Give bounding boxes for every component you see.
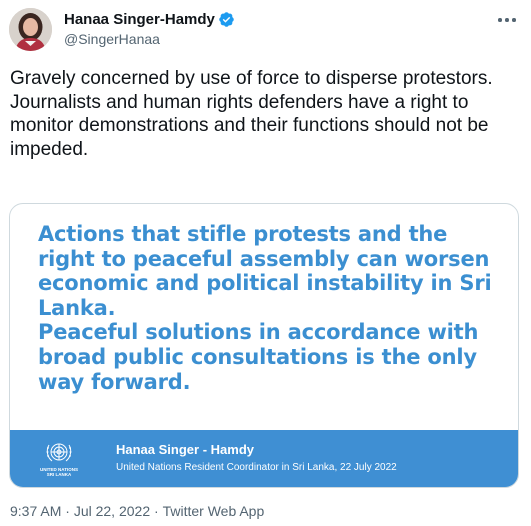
- avatar[interactable]: [9, 8, 52, 51]
- author-name-row: Hanaa Singer-Hamdy: [64, 9, 235, 29]
- more-options-icon[interactable]: [493, 10, 521, 30]
- tweet-source[interactable]: Twitter Web App: [163, 503, 265, 519]
- un-emblem-icon: [43, 439, 75, 467]
- tweet-time[interactable]: 9:37 AM: [10, 503, 61, 519]
- signatory-name: Hanaa Singer - Hamdy: [116, 442, 254, 457]
- card-statement: Actions that stifle protests and the rig…: [38, 222, 492, 394]
- tweet-text: Gravely concerned by use of force to dis…: [10, 68, 493, 160]
- tweet-header: Hanaa Singer-Hamdy @SingerHanaa: [0, 0, 531, 60]
- tweet-meta: 9:37 AM · Jul 22, 2022 · Twitter Web App: [10, 503, 264, 519]
- tweet-date[interactable]: Jul 22, 2022: [74, 503, 150, 519]
- card-signature-banner: UNITED NATIONS SRI LANKA Hanaa Singer - …: [10, 430, 518, 487]
- meta-separator: ·: [61, 503, 74, 519]
- author-handle[interactable]: @SingerHanaa: [64, 31, 160, 47]
- attached-image-card[interactable]: Actions that stifle protests and the rig…: [9, 203, 519, 488]
- meta-separator: ·: [150, 503, 163, 519]
- un-logo-label: UNITED NATIONS SRI LANKA: [40, 467, 78, 477]
- verified-badge-icon: [218, 11, 235, 28]
- signatory-title: United Nations Resident Coordinator in S…: [116, 462, 397, 473]
- author-name[interactable]: Hanaa Singer-Hamdy: [64, 11, 215, 28]
